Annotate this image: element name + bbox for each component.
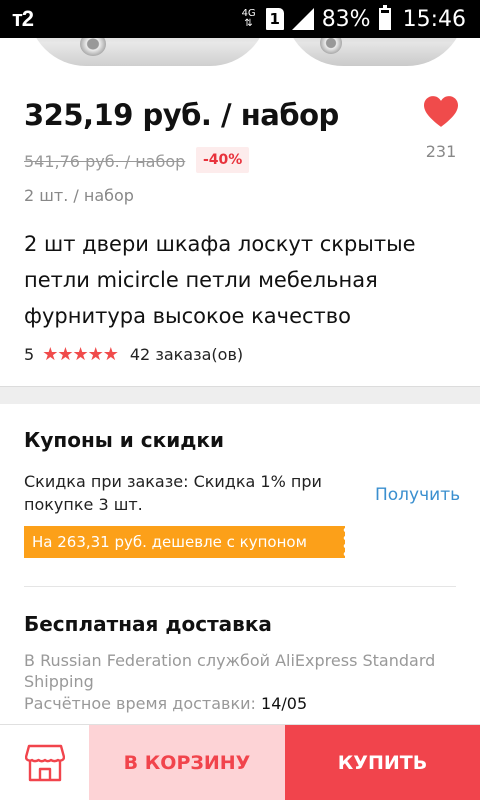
wishlist-button[interactable]: 231 bbox=[418, 96, 464, 161]
coupon-banner[interactable]: На 263,31 руб. дешевле с купоном bbox=[24, 526, 346, 558]
sim-slot-icon: 1 bbox=[265, 8, 284, 30]
bottom-action-bar: В КОРЗИНУ КУПИТЬ bbox=[0, 724, 480, 800]
shipping-eta-date: 14/05 bbox=[261, 694, 308, 713]
shipping-method: В Russian Federation службой AliExpress … bbox=[24, 651, 436, 691]
signal-icon bbox=[291, 8, 314, 30]
status-indicators: 4G ⇅ 1 83% 15:46 bbox=[241, 5, 466, 32]
order-discount-text: Скидка при заказе: Скидка 1% при покупке… bbox=[24, 472, 322, 514]
store-icon bbox=[24, 744, 65, 782]
product-image bbox=[28, 38, 268, 66]
coupons-title: Купоны и скидки bbox=[24, 428, 224, 452]
rating-value: 5 bbox=[24, 345, 35, 364]
network-type-icon: 4G ⇅ bbox=[241, 8, 256, 29]
coupons-section: Купоны и скидки Скидка при заказе: Скидк… bbox=[0, 404, 480, 734]
clock: 15:46 bbox=[402, 6, 466, 32]
wishlist-count: 231 bbox=[425, 142, 457, 161]
product-image bbox=[285, 38, 465, 66]
section-divider bbox=[0, 386, 480, 404]
buy-now-button[interactable]: КУПИТЬ bbox=[285, 725, 480, 800]
add-to-cart-button[interactable]: В КОРЗИНУ bbox=[89, 725, 285, 800]
unit-info: 2 шт. / набор bbox=[24, 186, 134, 205]
star-icon: ★★★★★ bbox=[42, 344, 119, 365]
divider bbox=[24, 586, 456, 587]
orders-count: 42 заказа(ов) bbox=[129, 345, 244, 364]
rating-row[interactable]: 5 ★★★★★ 42 заказа(ов) bbox=[24, 344, 243, 365]
shipping-eta: Расчётное время доставки: 14/05 bbox=[24, 694, 307, 713]
battery-level-fill bbox=[380, 13, 389, 28]
status-bar: т2 4G ⇅ 1 83% 15:46 bbox=[0, 0, 480, 38]
old-price: 541,76 руб. / набор bbox=[24, 152, 186, 171]
product-info: 325,19 руб. / набор 231 541,76 руб. / на… bbox=[0, 68, 480, 386]
shipping-title[interactable]: Бесплатная доставка bbox=[24, 612, 272, 636]
shipping-eta-label: Расчётное время доставки: bbox=[24, 694, 256, 713]
battery-percent: 83% bbox=[321, 6, 371, 32]
get-coupon-link[interactable]: Получить bbox=[375, 485, 460, 505]
product-title: 2 шт двери шкафа лоскут скрытые петли mi… bbox=[24, 232, 416, 328]
product-image-gallery[interactable] bbox=[0, 38, 480, 68]
discount-badge: -40% bbox=[196, 147, 250, 173]
battery-icon bbox=[378, 5, 391, 30]
store-button[interactable] bbox=[0, 725, 89, 800]
heart-icon bbox=[424, 96, 458, 127]
price: 325,19 руб. / набор bbox=[24, 98, 339, 132]
carrier-label: т2 bbox=[12, 6, 34, 31]
